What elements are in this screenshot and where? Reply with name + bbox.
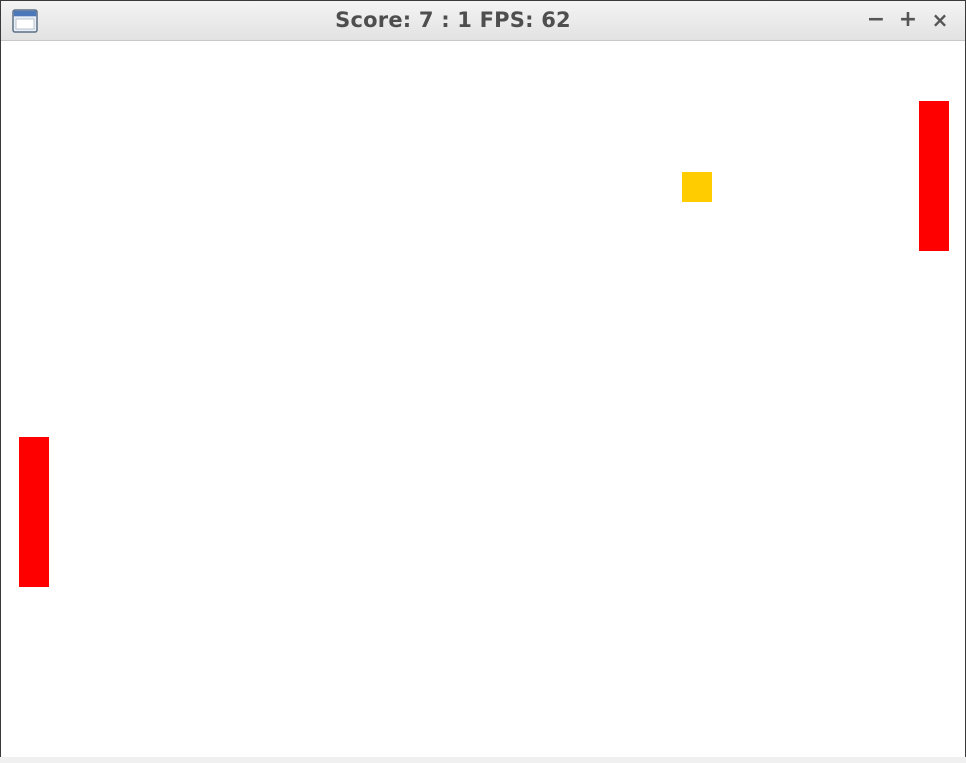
- close-button[interactable]: ×: [927, 7, 953, 33]
- game-window: Score: 7 : 1 FPS: 62 − + ×: [0, 0, 966, 763]
- title-bar[interactable]: Score: 7 : 1 FPS: 62 − + ×: [1, 1, 965, 41]
- ball: [682, 172, 712, 202]
- right-paddle: [919, 101, 949, 251]
- minimize-button[interactable]: −: [863, 7, 889, 33]
- maximize-button[interactable]: +: [895, 7, 921, 33]
- left-paddle: [19, 437, 49, 587]
- desktop-background-strip: [0, 757, 966, 763]
- game-playfield[interactable]: [3, 41, 965, 762]
- window-title: Score: 7 : 1 FPS: 62: [335, 8, 571, 32]
